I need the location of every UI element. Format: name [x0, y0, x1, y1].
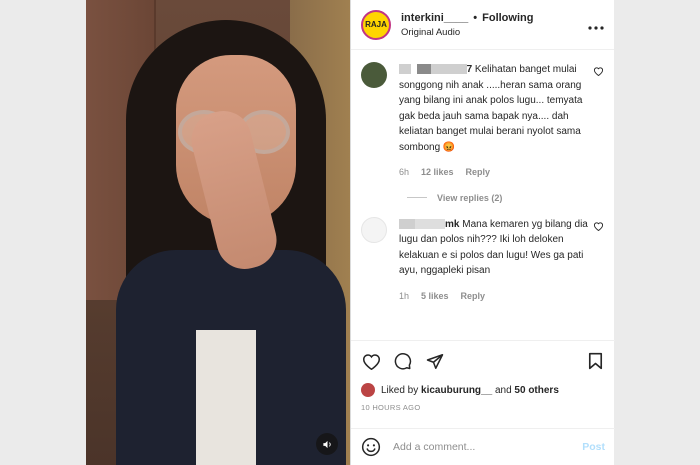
- comment-icon[interactable]: [393, 351, 413, 371]
- comment-likes[interactable]: 12 likes: [421, 165, 454, 181]
- liked-by-count[interactable]: 50 others: [514, 385, 558, 396]
- comment-input[interactable]: [393, 441, 583, 453]
- more-options-icon[interactable]: [588, 17, 604, 33]
- comment-time: 1h: [399, 290, 410, 301]
- view-replies-label: View replies (2): [437, 192, 503, 203]
- view-replies-button[interactable]: View replies (2): [407, 193, 604, 203]
- comment-likes[interactable]: 5 likes: [421, 289, 449, 305]
- avatar-text: RAJA: [365, 20, 387, 29]
- comment-avatar[interactable]: [361, 62, 387, 88]
- sound-icon[interactable]: [316, 433, 338, 455]
- emoji-icon[interactable]: [361, 437, 381, 457]
- post-timestamp[interactable]: 10 HOURS AGO: [361, 403, 605, 412]
- reply-button[interactable]: Reply: [461, 289, 486, 305]
- heart-icon[interactable]: [361, 351, 381, 371]
- comment-item: 7 Kelihatan banget mulai songgong nih an…: [361, 62, 604, 181]
- comment-avatar[interactable]: [361, 216, 387, 243]
- liked-by-avatar[interactable]: [361, 383, 375, 397]
- audio-label[interactable]: Original Audio: [401, 27, 588, 38]
- post-side-panel: RAJA interkini____ • Following Original …: [350, 0, 615, 465]
- share-icon[interactable]: [425, 351, 445, 371]
- post-video[interactable]: [86, 0, 350, 465]
- post-header: RAJA interkini____ • Following Original …: [351, 0, 614, 50]
- comment-time: 6h: [399, 167, 410, 177]
- comments-list[interactable]: 7 Kelihatan banget mulai songgong nih an…: [351, 50, 614, 340]
- comment-username[interactable]: 7: [399, 64, 472, 75]
- comment-like-heart-icon[interactable]: [593, 221, 604, 234]
- comment-item: mk Mana kemaren yg bilang dia lugu dan p…: [361, 216, 604, 305]
- replies-divider: [407, 197, 427, 198]
- liked-by-prefix: Liked by: [381, 384, 419, 396]
- liked-by-user[interactable]: kicauburung__: [421, 385, 492, 396]
- comment-text: Kelihatan banget mulai songgong nih anak…: [399, 64, 583, 153]
- comment-composer: Post: [351, 428, 615, 465]
- separator-dot: •: [473, 11, 478, 24]
- bookmark-icon[interactable]: [585, 351, 605, 371]
- post-comment-button[interactable]: Post: [582, 441, 605, 453]
- comment-username-suffix: mk: [445, 218, 460, 230]
- comment-username[interactable]: mk: [399, 219, 459, 230]
- comment-username-suffix: 7: [466, 64, 473, 75]
- person-shirt: [196, 330, 256, 465]
- account-avatar[interactable]: RAJA: [361, 9, 391, 40]
- liked-by-and: and: [494, 384, 512, 396]
- account-username[interactable]: interkini____: [401, 12, 468, 24]
- liked-by-summary: Liked by kicauburung__ and 50 others: [361, 383, 605, 397]
- reply-button[interactable]: Reply: [466, 165, 491, 181]
- instagram-post-view: RAJA interkini____ • Following Original …: [0, 0, 700, 465]
- comment-like-heart-icon[interactable]: [593, 66, 604, 79]
- post-actions: Liked by kicauburung__ and 50 others 10 …: [351, 340, 615, 412]
- following-button[interactable]: Following: [482, 12, 533, 24]
